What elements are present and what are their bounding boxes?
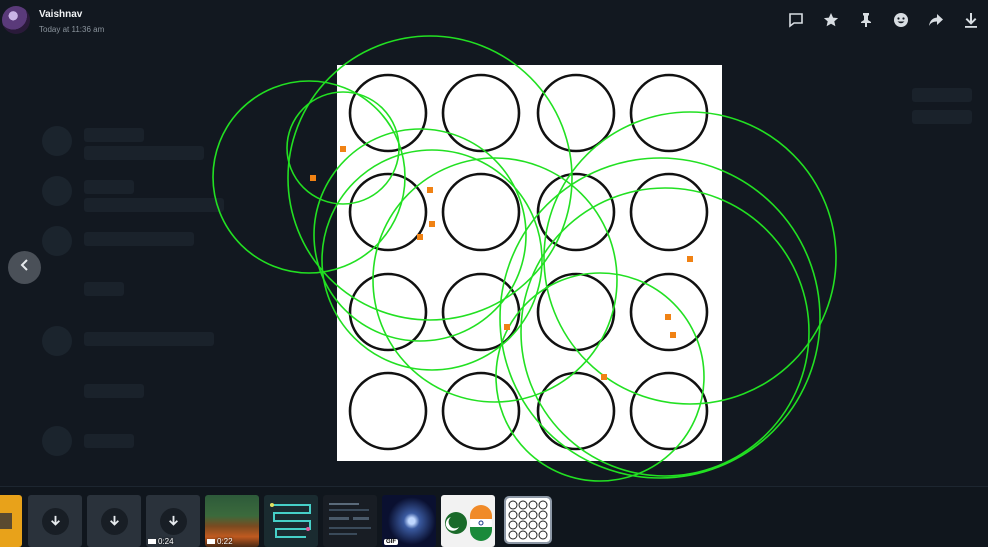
username[interactable]: Vaishnav bbox=[39, 9, 82, 20]
center-marker bbox=[504, 324, 510, 330]
center-marker bbox=[687, 256, 693, 262]
reaction-button[interactable] bbox=[890, 12, 912, 32]
center-marker bbox=[670, 332, 676, 338]
thumbnail-image[interactable] bbox=[264, 495, 318, 547]
duration-label: 0:22 bbox=[217, 537, 233, 546]
center-marker bbox=[340, 146, 346, 152]
bg-text bbox=[84, 180, 134, 194]
diagram-preview bbox=[270, 503, 311, 538]
toolbar bbox=[785, 12, 982, 32]
bg-text bbox=[84, 434, 134, 448]
timestamp: Today at 11:36 am bbox=[39, 25, 105, 34]
download-button[interactable] bbox=[960, 12, 982, 32]
thumbnail-video[interactable]: 0:22 bbox=[205, 495, 259, 547]
comment-button[interactable] bbox=[785, 12, 807, 32]
thumbnail-gif[interactable]: GIF bbox=[382, 495, 436, 547]
duration-label: 0:24 bbox=[158, 537, 174, 546]
bg-avatar bbox=[42, 426, 72, 456]
circles-preview bbox=[508, 500, 548, 540]
download-icon bbox=[100, 507, 128, 535]
image-icon bbox=[0, 513, 12, 529]
thumbnail-download[interactable] bbox=[87, 495, 141, 547]
bg-text bbox=[84, 198, 224, 212]
bg-text bbox=[912, 110, 972, 124]
previous-image-button[interactable] bbox=[8, 251, 41, 284]
bg-text bbox=[84, 128, 144, 142]
center-marker bbox=[429, 221, 435, 227]
bg-text bbox=[84, 282, 124, 296]
image-viewer[interactable] bbox=[210, 30, 850, 490]
center-marker bbox=[601, 374, 607, 380]
download-icon bbox=[963, 12, 979, 33]
avatar[interactable] bbox=[2, 6, 30, 34]
main-image bbox=[212, 35, 837, 482]
thumbnail-current-image[interactable] bbox=[504, 496, 552, 544]
bg-text bbox=[84, 232, 194, 246]
center-marker bbox=[417, 234, 423, 240]
video-camera-icon bbox=[148, 539, 156, 544]
video-camera-icon bbox=[207, 539, 215, 544]
bg-text bbox=[912, 88, 972, 102]
thumbnail-image[interactable] bbox=[323, 495, 377, 547]
bg-text bbox=[84, 146, 204, 160]
forward-icon bbox=[928, 12, 944, 33]
chevron-left-icon bbox=[18, 258, 32, 277]
bg-text bbox=[84, 332, 214, 346]
center-marker bbox=[427, 187, 433, 193]
center-marker bbox=[665, 314, 671, 320]
gif-badge: GIF bbox=[384, 539, 398, 545]
forward-button[interactable] bbox=[925, 12, 947, 32]
bg-avatar bbox=[42, 226, 72, 256]
download-icon bbox=[159, 507, 187, 535]
filmstrip: 0:24 0:22 GIF bbox=[0, 486, 988, 547]
center-marker bbox=[310, 175, 316, 181]
video-duration: 0:22 bbox=[207, 537, 233, 546]
bg-avatar bbox=[42, 326, 72, 356]
video-duration: 0:24 bbox=[148, 537, 174, 546]
bg-avatar bbox=[42, 126, 72, 156]
pin-button[interactable] bbox=[855, 12, 877, 32]
bg-avatar bbox=[42, 176, 72, 206]
dark-ui-preview bbox=[329, 503, 371, 535]
flags-preview bbox=[445, 505, 492, 541]
pin-icon bbox=[858, 12, 874, 33]
download-icon bbox=[41, 507, 69, 535]
bg-text bbox=[84, 384, 144, 398]
thumbnail-image[interactable] bbox=[0, 495, 22, 547]
thumbnail-image[interactable] bbox=[441, 495, 495, 547]
reaction-icon bbox=[893, 12, 909, 33]
thumbnail-download[interactable] bbox=[28, 495, 82, 547]
thumbnail-video-download[interactable]: 0:24 bbox=[146, 495, 200, 547]
star-button[interactable] bbox=[820, 12, 842, 32]
